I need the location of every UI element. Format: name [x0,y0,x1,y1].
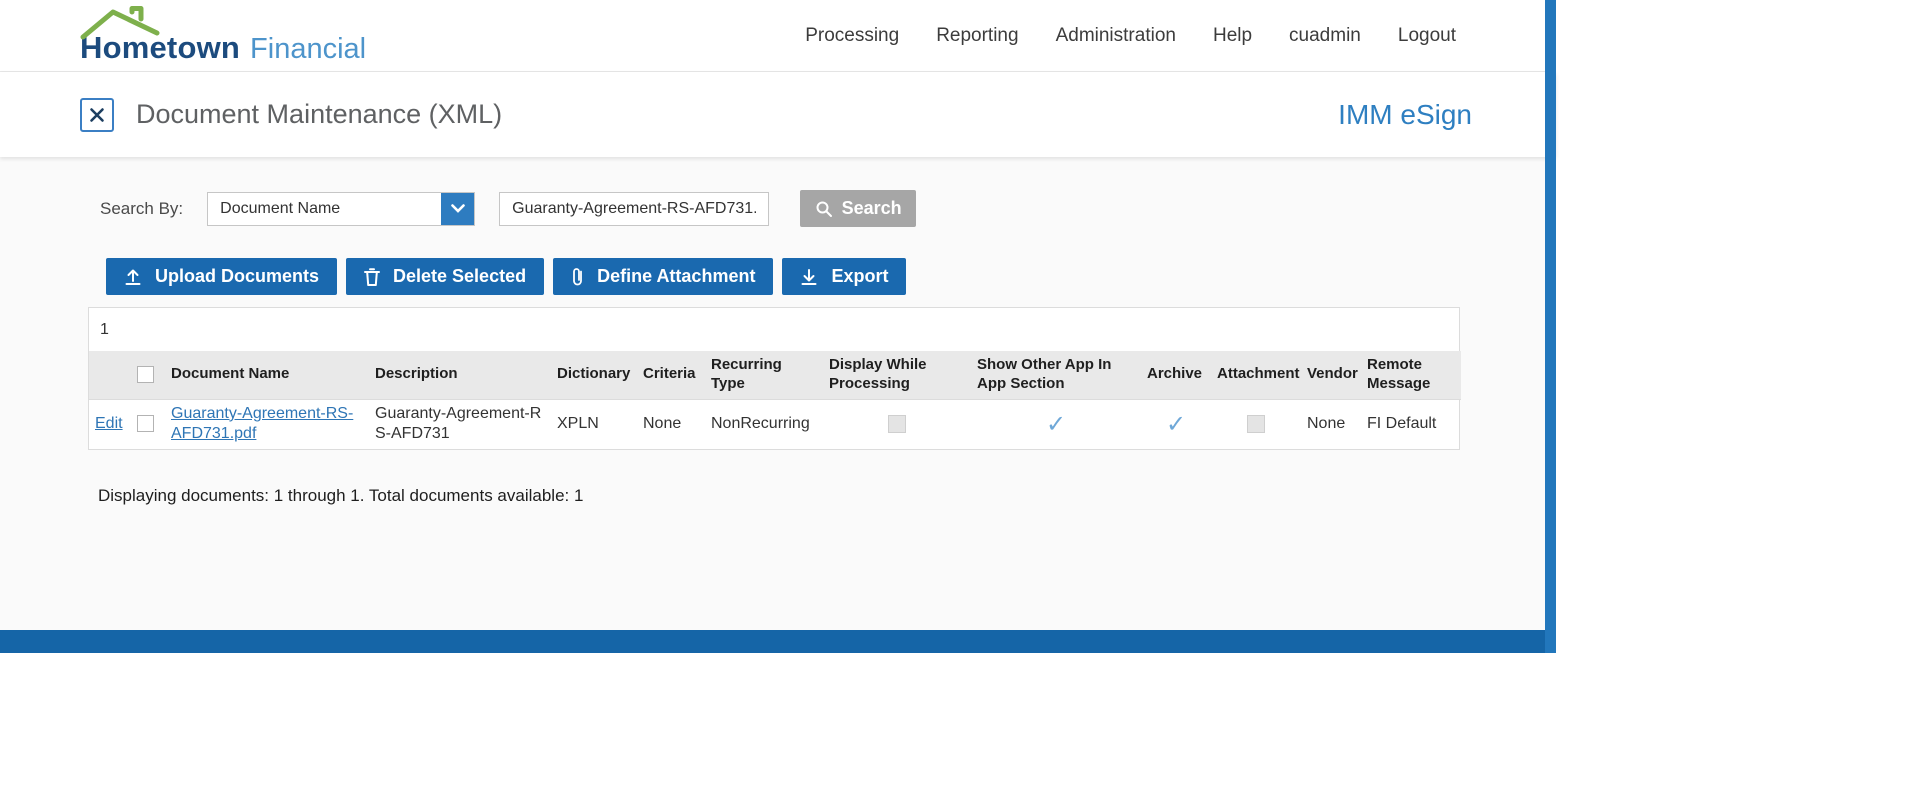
upload-icon [124,268,142,286]
nav-item-administration[interactable]: Administration [1056,25,1176,47]
define-attachment-label: Define Attachment [597,266,755,287]
house-icon [80,6,160,40]
criteria-cell: None [637,399,705,449]
search-icon [815,200,833,218]
page-title: Document Maintenance (XML) [136,99,502,130]
documents-count-summary: Displaying documents: 1 through 1. Total… [98,486,1556,506]
col-header-display-while-processing: Display While Processing [823,351,971,399]
recurring-type-cell: NonRecurring [705,399,823,449]
upload-documents-label: Upload Documents [155,266,319,287]
col-header-attachment: Attachment [1211,351,1301,399]
col-header-description: Description [369,351,551,399]
search-button-label: Search [842,198,902,219]
scrollbar[interactable] [1545,0,1556,653]
table-row: Edit Guaranty-Agreement-RS-AFD731.pdf Gu… [89,399,1461,449]
search-by-dropdown[interactable]: Document Name [207,192,475,226]
col-header-criteria: Criteria [637,351,705,399]
trash-icon [364,268,380,286]
dropdown-arrow-button[interactable] [441,193,474,225]
document-name-link[interactable]: Guaranty-Agreement-RS-AFD731.pdf [171,405,353,443]
actions-row: Upload Documents Delete Selected Define … [106,258,1556,295]
edit-link[interactable]: Edit [95,415,123,432]
col-header-show-other-app: Show Other App In App Section [971,351,1141,399]
col-header-document-name: Document Name [165,351,369,399]
col-header-select [131,351,165,399]
main-nav: Processing Reporting Administration Help… [805,25,1456,47]
export-icon [800,268,818,286]
export-label: Export [831,266,888,287]
nav-item-logout[interactable]: Logout [1398,25,1456,47]
attachment-checkbox [1247,415,1265,433]
description-cell: Guaranty-Agreement-RS-AFD731 [369,399,551,449]
logo-text-financial: Financial [250,33,366,66]
search-row: Search By: Document Name Search [100,157,1556,227]
row-select-checkbox[interactable] [137,415,154,432]
display-while-processing-checkbox [888,415,906,433]
delete-selected-button[interactable]: Delete Selected [346,258,544,295]
search-input[interactable] [499,192,769,226]
dropdown-selected-value: Document Name [220,200,340,218]
xml-document-icon [80,98,114,132]
remote-message-cell: FI Default [1361,399,1461,449]
app-window: Hometown Financial Processing Reporting … [0,0,1556,653]
show-other-app-checkmark [1046,409,1066,440]
hometown-financial-logo[interactable]: Hometown Financial [80,0,366,72]
search-by-label: Search By: [100,199,183,219]
export-button[interactable]: Export [782,258,906,295]
col-header-remote-message: Remote Message [1361,351,1461,399]
col-header-dictionary: Dictionary [551,351,637,399]
dictionary-cell: XPLN [551,399,637,449]
select-all-checkbox[interactable] [137,366,154,383]
page-number[interactable]: 1 [89,308,1459,351]
imm-esign-brand: IMM eSign [1338,99,1472,131]
col-header-edit [89,351,131,399]
documents-table: 1 Document Name Description Dictionary C… [88,307,1460,450]
col-header-recurring-type: Recurring Type [705,351,823,399]
archive-checkmark [1166,409,1186,440]
paperclip-icon [571,267,584,287]
define-attachment-button[interactable]: Define Attachment [553,258,773,295]
nav-item-processing[interactable]: Processing [805,25,899,47]
title-group: Document Maintenance (XML) [80,98,502,132]
vendor-cell: None [1301,399,1361,449]
bottom-bar [0,630,1556,653]
chevron-down-icon [451,204,465,213]
search-button[interactable]: Search [800,190,916,227]
table-header-row: Document Name Description Dictionary Cri… [89,351,1461,399]
title-bar: Document Maintenance (XML) IMM eSign [0,72,1556,157]
nav-item-help[interactable]: Help [1213,25,1252,47]
col-header-vendor: Vendor [1301,351,1361,399]
top-header: Hometown Financial Processing Reporting … [0,0,1556,72]
upload-documents-button[interactable]: Upload Documents [106,258,337,295]
delete-selected-label: Delete Selected [393,266,526,287]
col-header-archive: Archive [1141,351,1211,399]
main-content: Search By: Document Name Search [0,157,1556,630]
nav-item-reporting[interactable]: Reporting [936,25,1018,47]
nav-item-cuadmin[interactable]: cuadmin [1289,25,1361,47]
